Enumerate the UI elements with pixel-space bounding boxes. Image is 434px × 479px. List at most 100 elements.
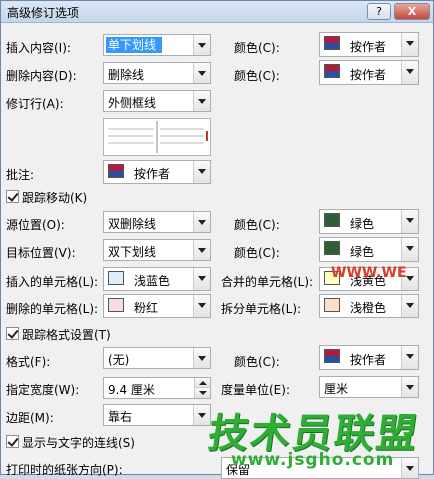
show-lines-checkbox[interactable] (6, 435, 19, 448)
deletions-value: 删除线 (108, 68, 145, 82)
split-cells-value: 浅橙色 (350, 301, 387, 315)
formatting-color-select[interactable]: 按作者 (319, 345, 419, 370)
preferred-width-label: 指定宽度(W): (6, 383, 80, 397)
paper-orientation-label: 打印时的纸张方向(P): (6, 463, 123, 477)
inserted-cells-value: 浅蓝色 (134, 274, 171, 288)
dialog-title: 高级修订选项 (7, 6, 80, 20)
comments-color-select[interactable]: 按作者 (103, 160, 211, 184)
deletions-select[interactable]: 删除线 (103, 62, 211, 84)
inserted-cells-select[interactable]: 浅蓝色 (103, 267, 211, 291)
moved-from-color-label: 颜色(C): (234, 218, 280, 232)
chevron-down-icon[interactable] (401, 33, 418, 56)
title-bar: 高级修订选项 ? X (1, 1, 433, 23)
split-cells-label: 拆分单元格(L): (221, 302, 302, 316)
light-blue-swatch (108, 271, 124, 285)
chevron-down-icon[interactable] (193, 348, 210, 368)
moved-from-label: 源位置(O): (6, 218, 65, 232)
inserted-cells-label: 插入的单元格(L): (6, 275, 99, 289)
insertions-color-select[interactable]: 按作者 (319, 32, 419, 57)
formatting-label: 格式(F): (6, 355, 51, 369)
track-moves-checkbox[interactable] (6, 190, 19, 203)
insertions-label: 插入内容(I): (6, 41, 71, 55)
insertions-value: 单下划线 (106, 37, 163, 53)
chevron-down-icon[interactable] (193, 63, 210, 83)
chevron-down-icon[interactable] (401, 61, 418, 84)
deleted-cells-select[interactable]: 粉红 (103, 294, 211, 318)
formatting-select[interactable]: (无) (103, 347, 211, 369)
margin-select[interactable]: 靠右 (103, 404, 211, 426)
chevron-down-icon[interactable] (193, 212, 210, 232)
formatting-value: (无) (108, 353, 130, 367)
changed-lines-value: 外侧框线 (108, 96, 157, 110)
pink-swatch (108, 298, 124, 312)
insertions-color-label: 颜色(C): (234, 41, 280, 55)
changed-lines-label: 修订行(A): (6, 97, 64, 111)
show-lines-label[interactable]: 显示与文字的连线(S) (22, 434, 135, 451)
moved-from-select[interactable]: 双删除线 (103, 211, 211, 233)
chevron-down-icon[interactable] (193, 295, 210, 317)
author-color-swatch (324, 349, 340, 363)
track-formatting-checkbox[interactable] (6, 327, 19, 340)
moved-to-color-label: 颜色(C): (234, 246, 280, 260)
chevron-down-icon[interactable] (193, 91, 210, 111)
author-color-swatch (324, 64, 340, 78)
insertions-color-value: 按作者 (350, 40, 387, 54)
track-moves-label[interactable]: 跟踪移动(K) (22, 189, 87, 206)
chevron-down-icon[interactable] (193, 240, 210, 260)
preferred-width-spinner[interactable]: 9.4 厘米 (103, 377, 211, 399)
chevron-down-icon[interactable] (401, 238, 418, 261)
author-color-swatch (324, 36, 340, 50)
moved-to-value: 双下划线 (108, 245, 157, 259)
comments-color-value: 按作者 (134, 167, 171, 181)
changed-lines-select[interactable]: 外侧框线 (103, 90, 211, 112)
moved-from-value: 双删除线 (108, 217, 157, 231)
margin-label: 边距(M): (6, 411, 54, 425)
chevron-down-icon[interactable] (193, 35, 210, 55)
split-cells-select[interactable]: 浅橙色 (319, 294, 419, 318)
light-orange-swatch (324, 298, 340, 312)
moved-from-color-value: 绿色 (350, 217, 375, 231)
chevron-down-icon[interactable] (401, 210, 418, 233)
author-color-swatch (108, 164, 124, 178)
preferred-width-value: 9.4 厘米 (108, 383, 155, 397)
watermark-url: www.jsgho.com (231, 450, 395, 470)
close-button[interactable]: X (394, 3, 430, 20)
deletions-color-select[interactable]: 按作者 (319, 60, 419, 85)
changed-lines-preview (103, 118, 211, 156)
formatting-color-value: 按作者 (350, 353, 387, 367)
deletions-label: 删除内容(D): (6, 69, 77, 83)
moved-to-select[interactable]: 双下划线 (103, 239, 211, 261)
track-formatting-label[interactable]: 跟踪格式设置(T) (22, 326, 111, 343)
chevron-down-icon[interactable] (401, 377, 418, 397)
merged-cells-label: 合并的单元格(L): (221, 275, 314, 289)
chevron-down-icon[interactable] (401, 346, 418, 369)
green-color-swatch (324, 241, 340, 255)
measure-in-select[interactable]: 厘米 (319, 376, 419, 398)
help-button[interactable]: ? (367, 3, 391, 20)
moved-from-color-select[interactable]: 绿色 (319, 209, 419, 234)
moved-to-color-value: 绿色 (350, 245, 375, 259)
spin-up-icon[interactable] (194, 378, 210, 388)
measure-in-value: 厘米 (324, 382, 349, 396)
deleted-cells-value: 粉红 (134, 301, 159, 315)
formatting-color-label: 颜色(C): (234, 355, 280, 369)
measure-in-label: 度量单位(E): (221, 383, 290, 397)
chevron-down-icon[interactable] (193, 268, 210, 290)
deleted-cells-label: 删除的单元格(L): (6, 302, 99, 316)
spin-down-icon[interactable] (194, 388, 210, 398)
moved-to-color-select[interactable]: 绿色 (319, 237, 419, 262)
margin-value: 靠右 (108, 410, 133, 424)
advanced-track-changes-dialog: 高级修订选项 ? X 插入内容(I): 单下划线 颜色(C): 按作者 删除内容… (0, 0, 434, 479)
chevron-down-icon[interactable] (193, 161, 210, 183)
chevron-down-icon[interactable] (401, 295, 418, 317)
deletions-color-label: 颜色(C): (234, 69, 280, 83)
chevron-down-icon[interactable] (401, 458, 418, 478)
chevron-down-icon[interactable] (193, 405, 210, 425)
preview-graphic (108, 121, 208, 153)
green-color-swatch (324, 213, 340, 227)
moved-to-label: 目标位置(V): (6, 246, 76, 260)
watermark-partial-url: WWW.WE (331, 265, 407, 281)
comments-label: 批注: (6, 168, 35, 182)
insertions-select[interactable]: 单下划线 (103, 34, 211, 56)
deletions-color-value: 按作者 (350, 68, 387, 82)
